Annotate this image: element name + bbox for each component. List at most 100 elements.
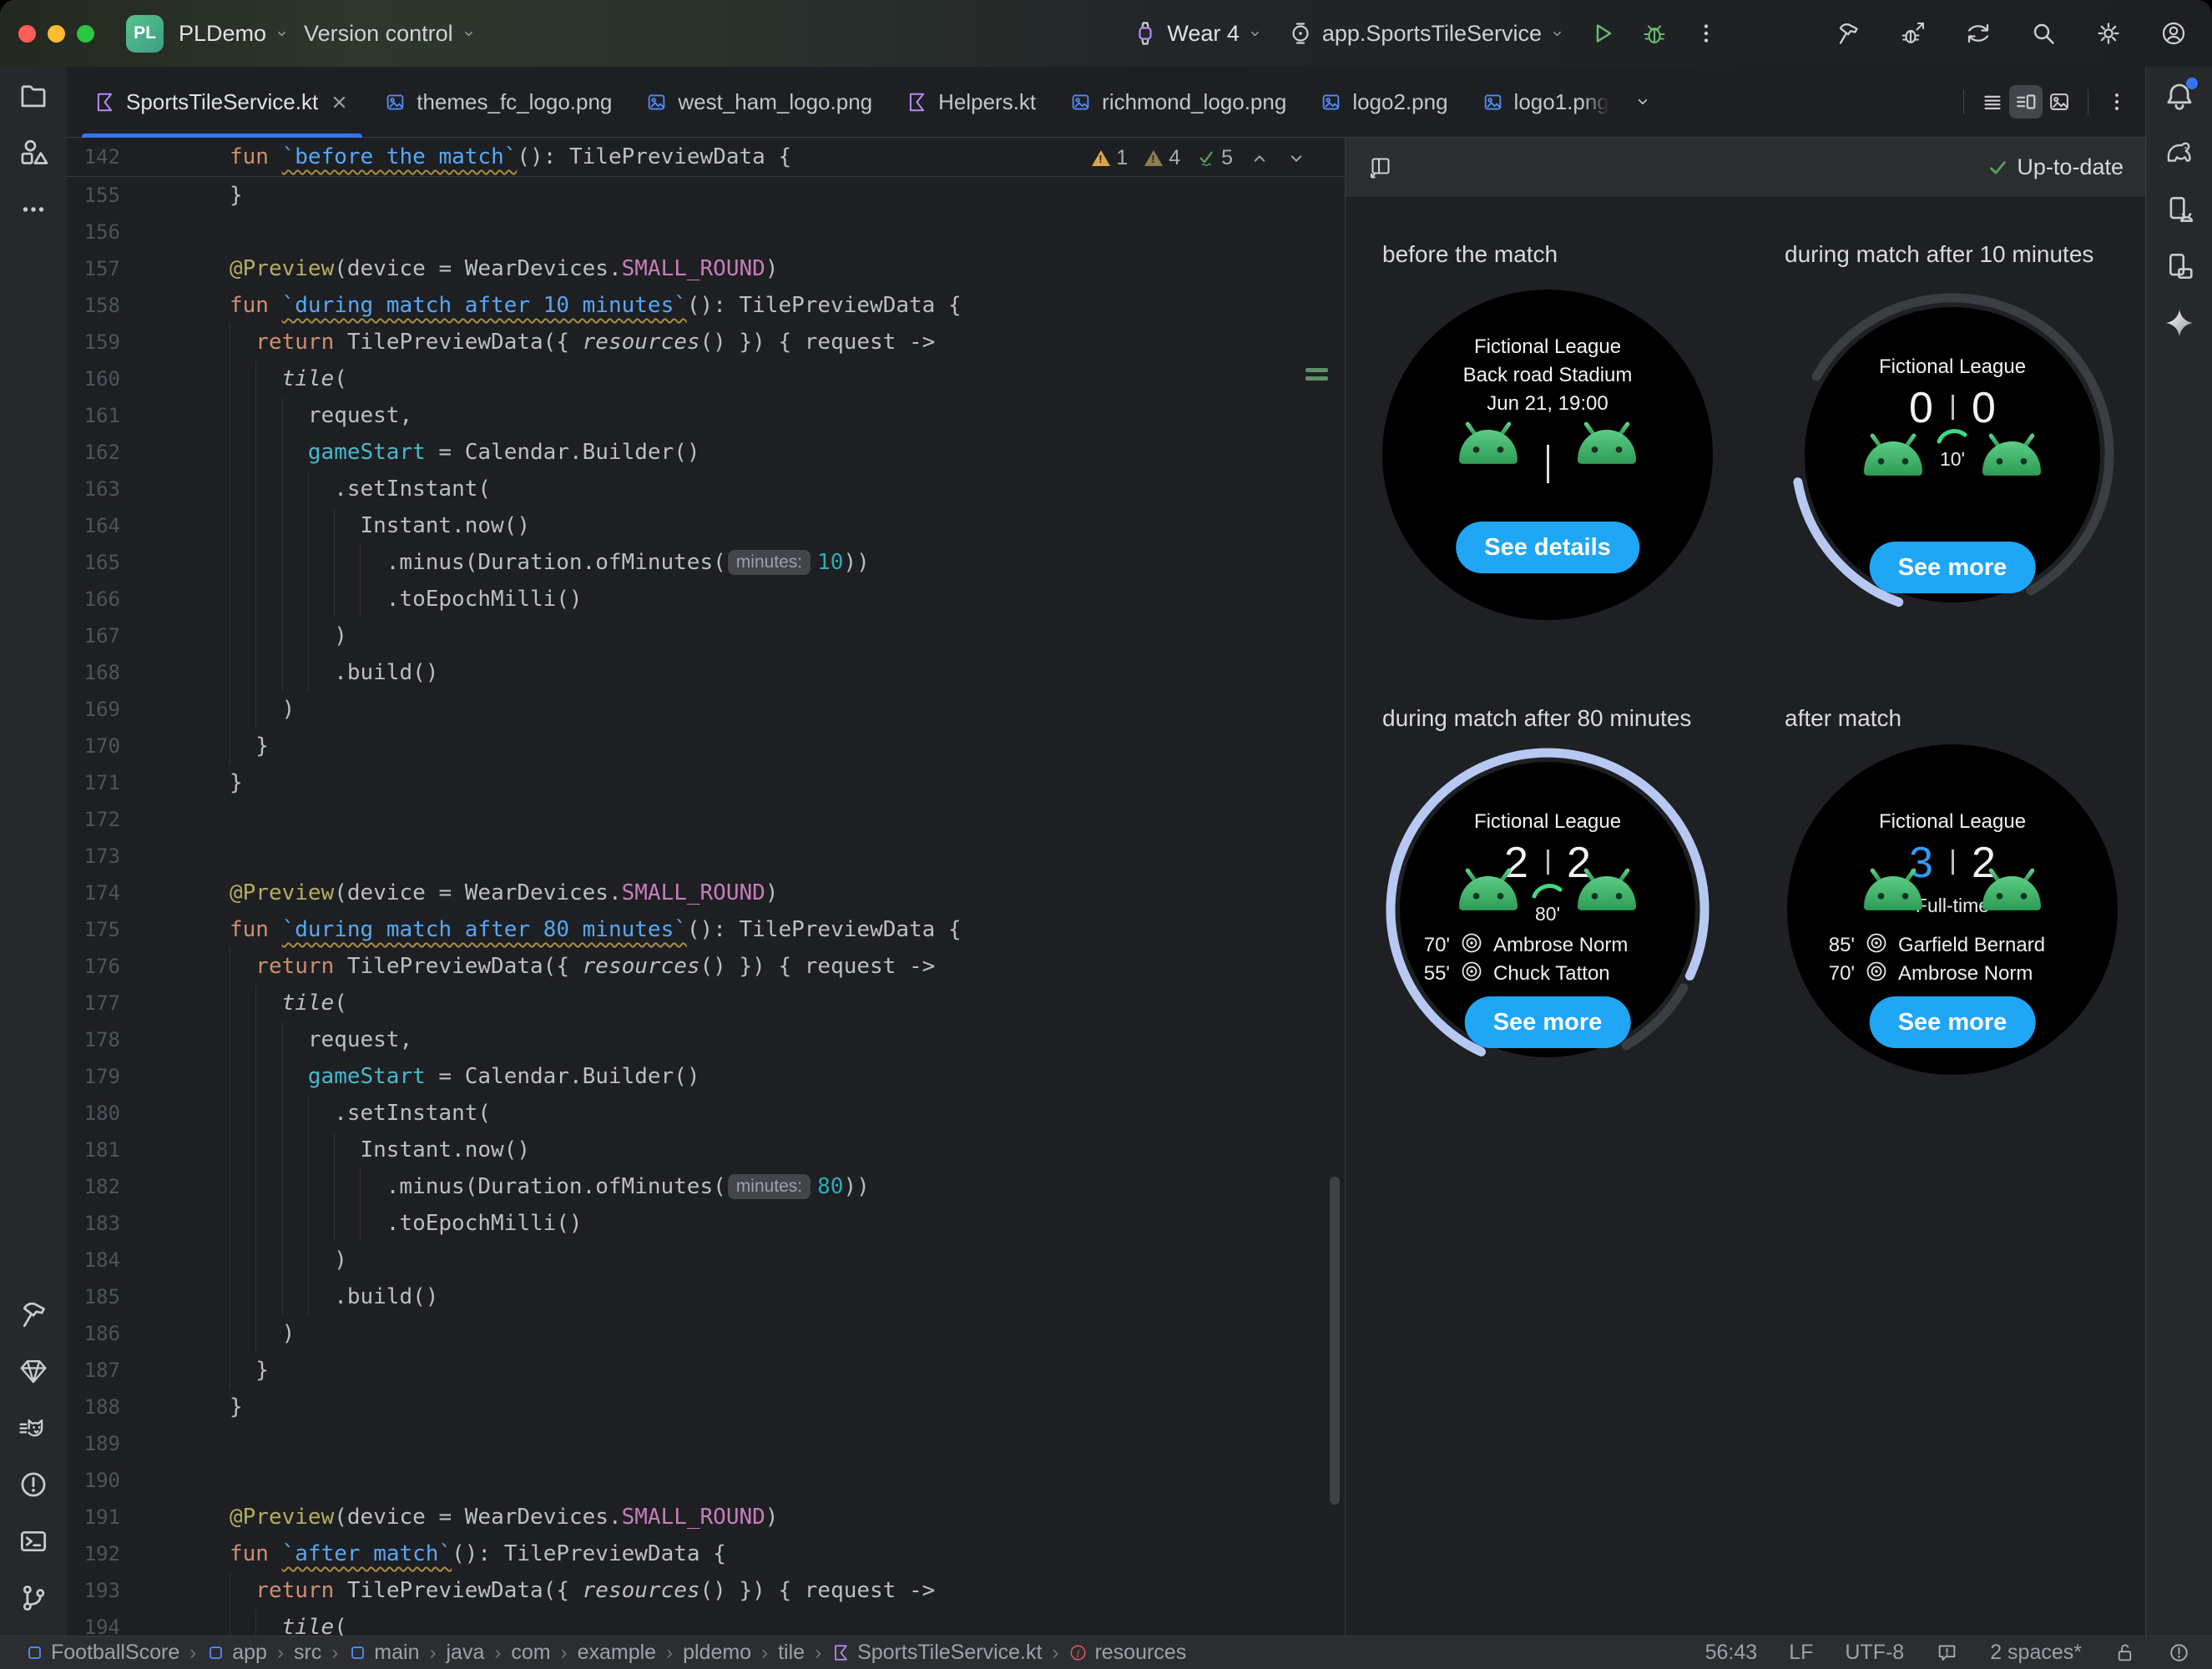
line-number[interactable]: 155	[68, 184, 120, 207]
line-number[interactable]: 187	[68, 1359, 120, 1382]
line-number[interactable]: 185	[68, 1285, 120, 1308]
tab-themes_fc_logo.png[interactable]: themes_fc_logo.png	[367, 67, 629, 137]
line-number[interactable]: 159	[68, 330, 120, 354]
line-number[interactable]: 158	[68, 294, 120, 317]
line-number[interactable]: 183	[68, 1212, 120, 1235]
code-editor[interactable]: 142 fun `before the match` (): TilePrevie…	[67, 138, 1345, 1636]
breadcrumb-resources[interactable]: f resources	[1068, 1641, 1186, 1665]
breadcrumb-java[interactable]: java	[446, 1641, 484, 1665]
line-number[interactable]: 164	[68, 514, 120, 537]
problems-tool-icon[interactable]	[18, 1469, 49, 1500]
line-number[interactable]: 194	[68, 1616, 120, 1636]
breadcrumb-FootballScore[interactable]: FootballScore	[25, 1641, 179, 1665]
run-button[interactable]	[1589, 20, 1616, 47]
notifications-status-icon[interactable]	[1936, 1641, 1958, 1664]
line-number[interactable]: 190	[68, 1469, 120, 1492]
profile-app-button[interactable]	[1900, 20, 1927, 47]
line-number[interactable]: 192	[68, 1542, 120, 1566]
line-number[interactable]: 160	[68, 367, 120, 391]
minimize-window-button[interactable]	[48, 24, 65, 43]
line-number[interactable]: 180	[68, 1102, 120, 1125]
device-manager-tool-icon[interactable]	[2164, 194, 2195, 225]
line-number[interactable]: 162	[68, 441, 120, 464]
zoom-window-button[interactable]	[77, 24, 94, 43]
tab-logo2.png[interactable]: logo2.png	[1303, 67, 1464, 137]
more-tool-windows-icon[interactable]	[18, 194, 49, 225]
logcat-tool-icon[interactable]	[18, 1412, 49, 1444]
preview-layout-icon[interactable]	[1367, 154, 1394, 181]
editor-options-kebab-icon[interactable]	[2100, 85, 2134, 118]
breadcrumb-SportsTileService.kt[interactable]: SportsTileService.kt	[831, 1641, 1042, 1665]
breadcrumb-example[interactable]: example	[578, 1641, 657, 1665]
line-number[interactable]: 172	[68, 808, 120, 831]
line-number[interactable]: 167	[68, 624, 120, 648]
account-button[interactable]	[2160, 20, 2187, 47]
build-tool-icon[interactable]	[18, 1298, 49, 1330]
build-button[interactable]	[1835, 20, 1861, 47]
tab-close-icon[interactable]	[328, 91, 351, 113]
passed-inspections-count[interactable]: 5	[1197, 146, 1233, 170]
settings-button[interactable]	[2095, 20, 2122, 47]
strong-warnings-count[interactable]: 1	[1092, 146, 1128, 170]
app-quality-insights-tool-icon[interactable]	[18, 1355, 49, 1387]
line-number[interactable]: 177	[68, 991, 120, 1015]
editor-scrollbar[interactable]	[1330, 1177, 1340, 1505]
tab-Helpers.kt[interactable]: Helpers.kt	[889, 67, 1053, 137]
ide-error-status-icon[interactable]	[2168, 1641, 2190, 1664]
line-number[interactable]: 176	[68, 955, 120, 978]
debug-button[interactable]	[1641, 20, 1668, 47]
breadcrumb-com[interactable]: com	[511, 1641, 550, 1665]
line-number[interactable]: 174	[68, 881, 120, 905]
version-control-tool-icon[interactable]	[18, 1582, 49, 1614]
breadcrumb-tile[interactable]: tile	[778, 1641, 805, 1665]
line-number[interactable]: 171	[68, 771, 120, 794]
file-writable-icon[interactable]	[2114, 1641, 2136, 1664]
breadcrumb-src[interactable]: src	[294, 1641, 321, 1665]
editor-view-code-icon[interactable]	[1976, 85, 2009, 118]
indent-style[interactable]: 2 spaces*	[1990, 1641, 2082, 1665]
line-number[interactable]: 186	[68, 1322, 120, 1345]
line-number[interactable]: 173	[68, 845, 120, 868]
tab-west_ham_logo.png[interactable]: west_ham_logo.png	[629, 67, 889, 137]
search-everywhere-button[interactable]	[2030, 20, 2057, 47]
breadcrumb-pldemo[interactable]: pldemo	[683, 1641, 751, 1665]
gemini-sparkle-icon[interactable]	[2164, 307, 2195, 339]
line-number[interactable]: 184	[68, 1248, 120, 1272]
caret-position[interactable]: 56:43	[1705, 1641, 1758, 1665]
line-number[interactable]: 161	[68, 404, 120, 427]
line-number[interactable]: 170	[68, 734, 120, 758]
line-number[interactable]: 175	[68, 918, 120, 941]
device-selector[interactable]: Wear 4	[1132, 20, 1262, 47]
gradle-tool-icon[interactable]	[2164, 137, 2195, 169]
line-number[interactable]: 168	[68, 661, 120, 684]
tab-SportsTileService.kt[interactable]: SportsTileService.kt	[77, 67, 367, 140]
editor-view-split-icon[interactable]	[2009, 85, 2043, 118]
line-number[interactable]: 157	[68, 257, 120, 280]
vcs-update-button[interactable]	[1965, 20, 1992, 47]
line-number[interactable]: 178	[68, 1028, 120, 1051]
weak-warnings-count[interactable]: 4	[1144, 146, 1180, 170]
run-options-kebab-icon[interactable]	[1693, 20, 1720, 47]
line-number[interactable]: 189	[68, 1432, 120, 1455]
breadcrumb-app[interactable]: app	[206, 1641, 267, 1665]
line-number[interactable]: 188	[68, 1395, 120, 1419]
line-number[interactable]: 169	[68, 698, 120, 721]
line-number[interactable]: 182	[68, 1175, 120, 1198]
editor-view-design-icon[interactable]	[2043, 85, 2076, 118]
line-number[interactable]: 163	[68, 477, 120, 501]
next-issue-chevron-icon[interactable]	[1286, 149, 1306, 169]
line-number[interactable]: 181	[68, 1138, 120, 1162]
tab-logo1.png[interactable]: logo1.png	[1465, 67, 1626, 137]
breadcrumb-main[interactable]: main	[348, 1641, 419, 1665]
line-number[interactable]: 179	[68, 1065, 120, 1088]
line-number[interactable]: 191	[68, 1505, 120, 1529]
project-tool-icon[interactable]	[18, 80, 49, 112]
file-encoding[interactable]: UTF-8	[1845, 1641, 1904, 1665]
run-configuration-selector[interactable]: app.SportsTileService	[1287, 20, 1564, 47]
vcs-menu[interactable]: Version control	[304, 21, 476, 47]
running-devices-tool-icon[interactable]	[2164, 250, 2195, 282]
line-number[interactable]: 165	[68, 551, 120, 574]
line-number[interactable]: 166	[68, 587, 120, 611]
notifications-bell-icon[interactable]	[2164, 78, 2198, 112]
close-window-button[interactable]	[18, 24, 36, 43]
